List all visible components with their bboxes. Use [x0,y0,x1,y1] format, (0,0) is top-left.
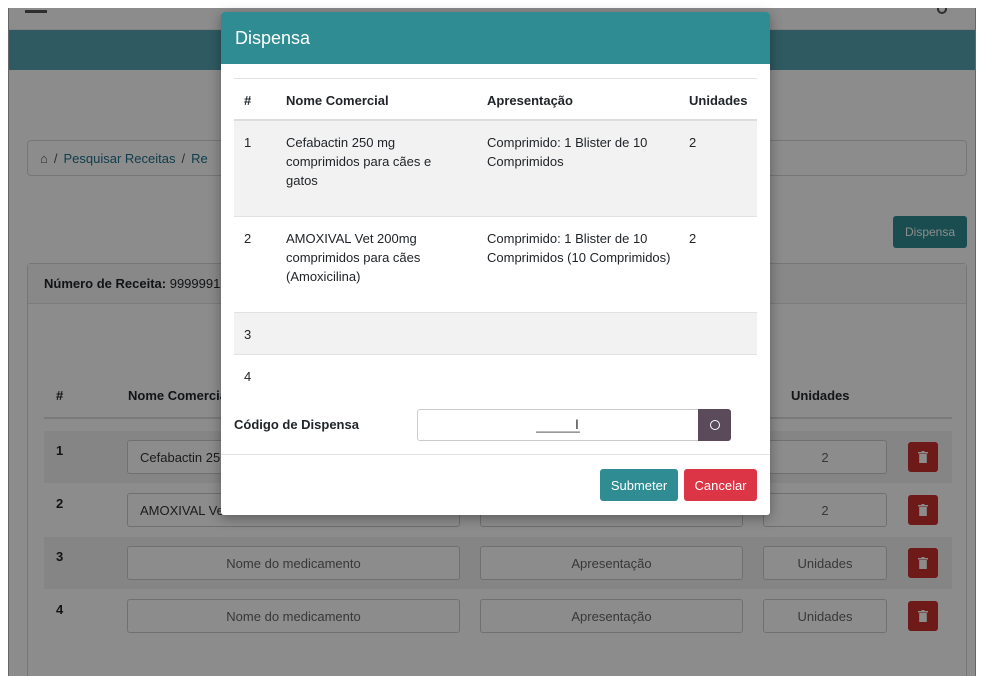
submit-button[interactable]: Submeter [600,469,678,501]
row-unidades: 2 [689,135,697,150]
row-unidades: 2 [689,231,697,246]
row-apresentacao: Comprimido: 1 Blister de 10 Comprimidos [487,135,648,169]
row-number: 2 [244,231,252,246]
cancel-button[interactable]: Cancelar [684,469,757,501]
row-nome: AMOXIVAL Vet 200mg comprimidos para cães… [286,231,421,284]
dispensa-modal: Dispensa # Nome Comercial Apresentação U… [221,12,770,515]
column-header-apresentacao: Apresentação [487,93,573,108]
row-nome: Cefabactin 250 mg comprimidos para cães … [286,135,432,188]
dispensa-code-input[interactable] [417,409,699,441]
row-number: 3 [244,327,252,342]
table-row: 3 [234,313,757,355]
modal-table-header: # Nome Comercial Apresentação Unidades [234,79,757,121]
table-row: 1 Cefabactin 250 mg comprimidos para cãe… [234,121,757,217]
row-number: 4 [244,369,252,384]
column-header-unidades: Unidades [689,93,748,108]
text-cursor-icon: I [575,416,579,432]
row-number: 1 [244,135,252,150]
modal-header: Dispensa [221,12,770,64]
modal-title: Dispensa [235,27,311,48]
modal-table: # Nome Comercial Apresentação Unidades 1… [234,78,757,395]
modal-footer: Submeter Cancelar [221,454,770,515]
dispensa-code-label: Código de Dispensa [234,417,359,432]
table-row: 4 [234,355,757,395]
column-header-nome: Nome Comercial [286,93,389,108]
row-apresentacao: Comprimido: 1 Blister de 10 Comprimidos … [487,231,671,265]
circle-icon [709,420,720,430]
column-header-number: # [244,93,252,108]
generate-code-button[interactable] [698,409,731,441]
table-row: 2 AMOXIVAL Vet 200mg comprimidos para cã… [234,217,757,313]
